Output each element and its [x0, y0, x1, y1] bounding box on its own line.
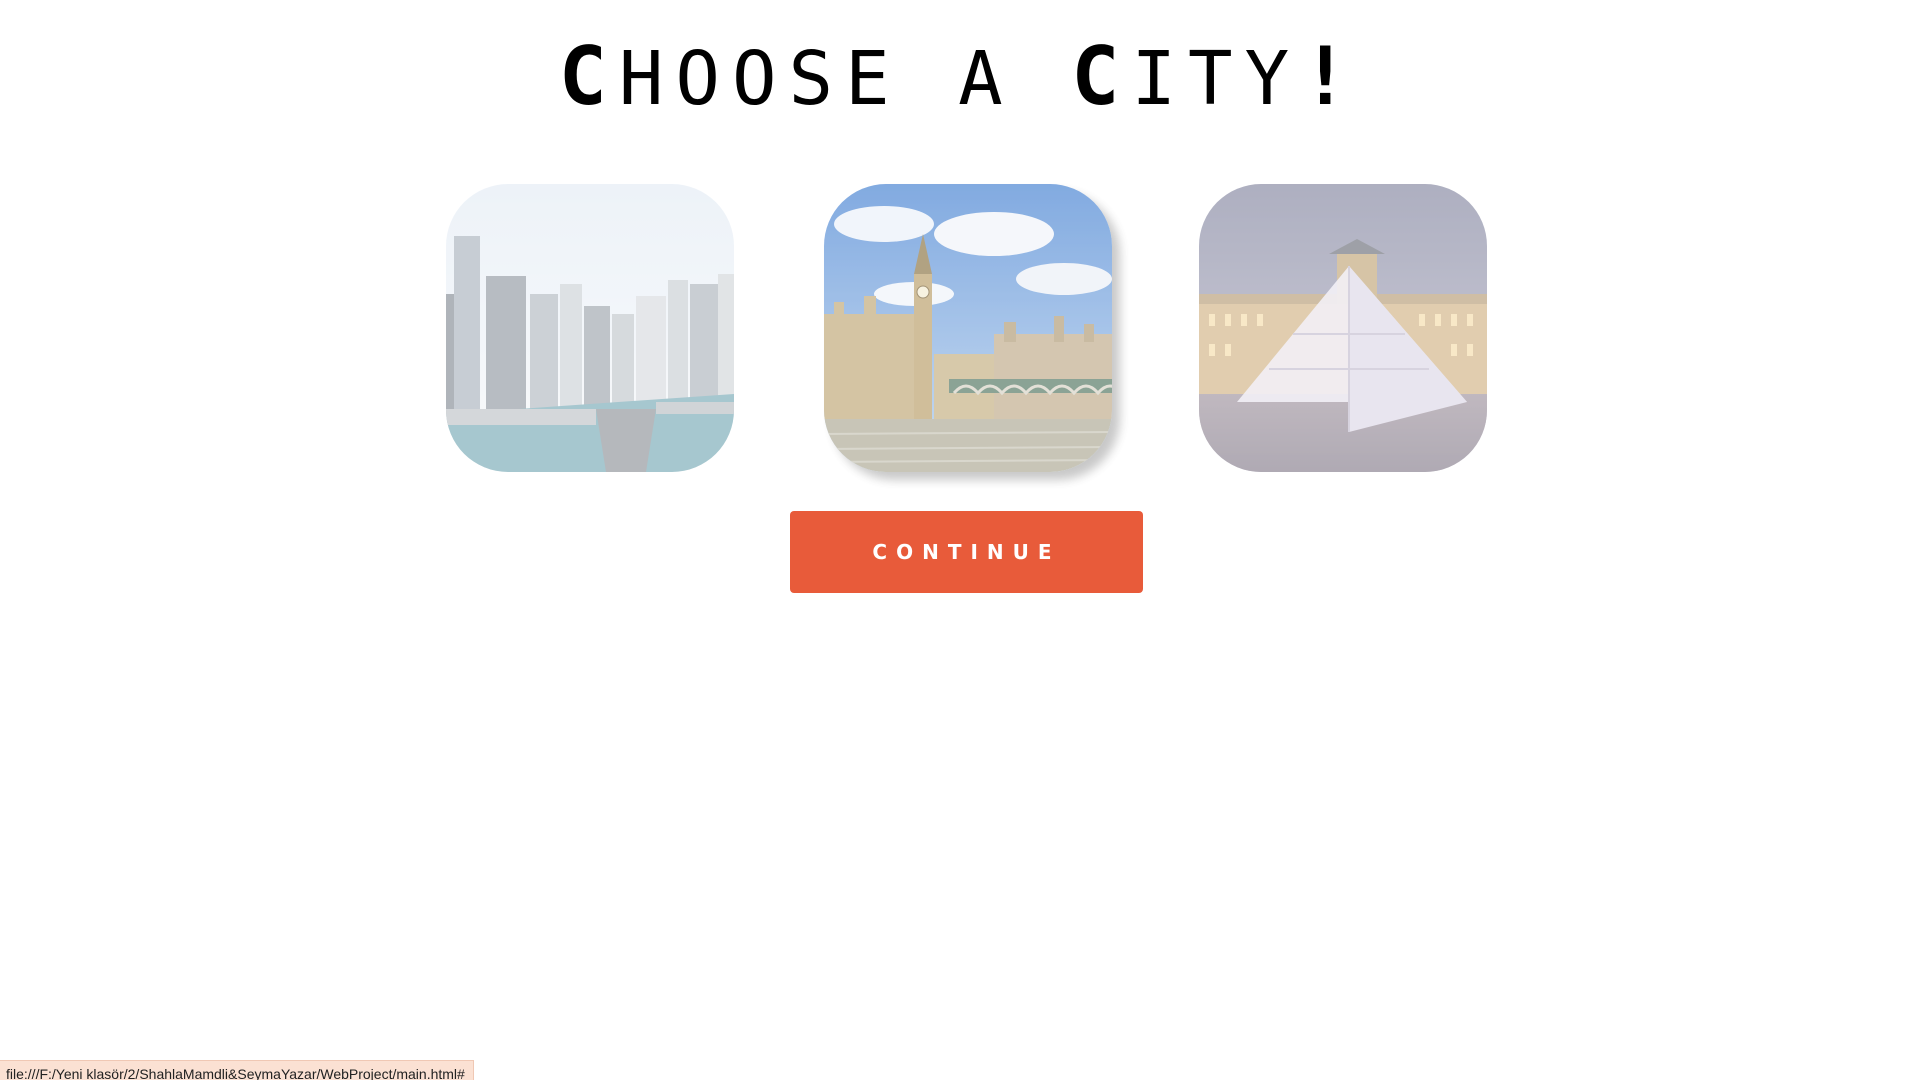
title-letter: C	[1071, 30, 1132, 123]
city-card-london[interactable]	[824, 184, 1112, 472]
city-picker-page: CHOOSE A CITY! CONTINUE file:///F:/Yeni …	[0, 0, 1920, 1080]
status-url: file:///F:/Yeni klasör/2/ShahlaMamdli&Se…	[6, 1066, 465, 1080]
city-skyline-river-image	[446, 184, 734, 472]
city-card-paris[interactable]	[1199, 184, 1487, 472]
browser-status-bar: file:///F:/Yeni klasör/2/ShahlaMamdli&Se…	[0, 1060, 474, 1080]
city-card-skyline[interactable]	[446, 184, 734, 472]
title-letter: C	[558, 30, 619, 123]
title-text: HOOSE A	[618, 36, 1072, 122]
title-text: ITY	[1131, 36, 1302, 122]
city-card-list	[446, 184, 1487, 474]
page-title: CHOOSE A CITY!	[0, 30, 1920, 123]
louvre-pyramid-image	[1199, 184, 1487, 472]
continue-button[interactable]: CONTINUE	[790, 511, 1143, 593]
title-exclamation: !	[1301, 30, 1362, 123]
big-ben-westminster-image	[824, 184, 1112, 472]
